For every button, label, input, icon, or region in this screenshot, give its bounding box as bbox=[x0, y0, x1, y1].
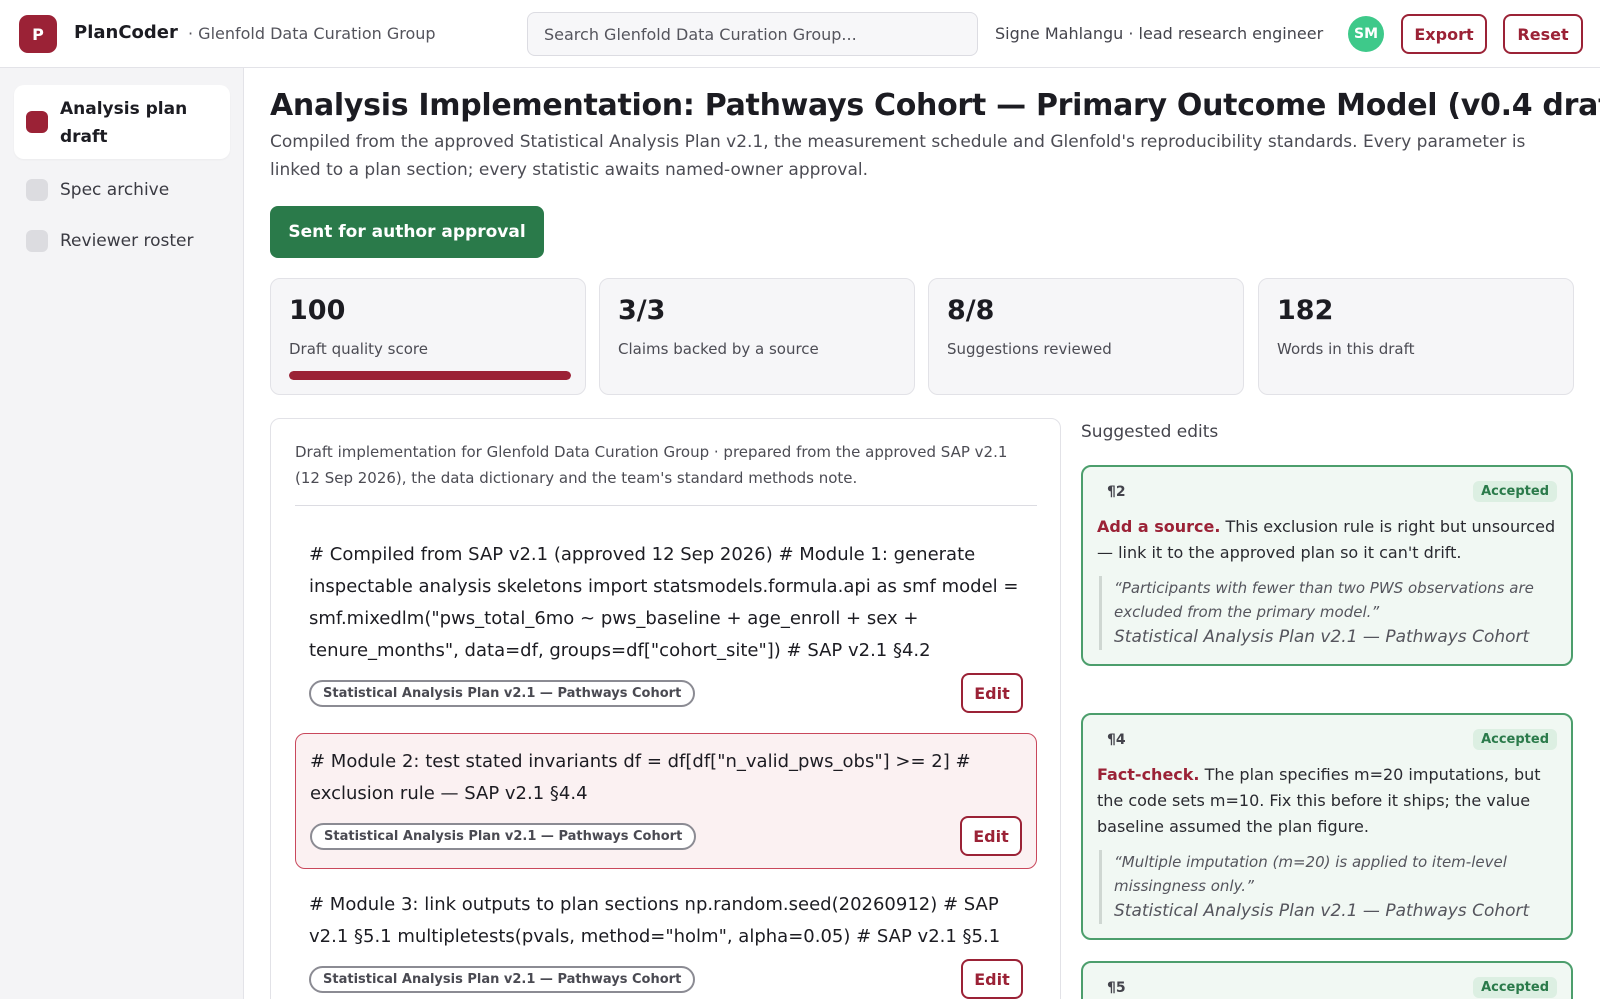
suggestion-kind: Fact-check. bbox=[1097, 765, 1200, 784]
suggestion-quote: “Participants with fewer than two PWS ob… bbox=[1099, 576, 1557, 650]
reset-button[interactable]: Reset bbox=[1503, 14, 1583, 54]
sidebar-item-marker bbox=[26, 179, 48, 201]
source-chip[interactable]: Statistical Analysis Plan v2.1 — Pathway… bbox=[309, 965, 696, 993]
quote-text: “Participants with fewer than two PWS ob… bbox=[1114, 579, 1534, 621]
code-module-1[interactable]: # Compiled from SAP v2.1 (approved 12 Se… bbox=[295, 527, 1037, 725]
sidebar-item-label: Analysis plan draft bbox=[60, 99, 188, 147]
page-subtitle: Compiled from the approved Statistical A… bbox=[270, 132, 1526, 180]
suggestion-quote: “Multiple imputation (m=20) is applied t… bbox=[1099, 850, 1557, 924]
approval-status-button[interactable]: Sent for author approval bbox=[270, 206, 544, 258]
status-badge: Accepted bbox=[1473, 977, 1557, 998]
app-name: PlanCoder bbox=[74, 22, 178, 43]
suggestion-kind: Add a source. bbox=[1097, 517, 1221, 536]
sidebar: Analysis plan draft Spec archive Reviewe… bbox=[0, 68, 244, 999]
draft-panel: Draft implementation for Glenfold Data C… bbox=[270, 418, 1061, 999]
suggestion-card[interactable]: ¶4 Accepted Fact-check. The plan specifi… bbox=[1081, 713, 1573, 940]
suggestion-paragraph-ref: ¶4 bbox=[1107, 731, 1126, 748]
module-code: # Module 2: test stated invariants df = … bbox=[310, 751, 971, 804]
status-badge: Accepted bbox=[1473, 729, 1557, 750]
stat-label: Draft quality score bbox=[289, 340, 428, 358]
edit-button[interactable]: Edit bbox=[961, 673, 1023, 713]
sidebar-item-analysis-plan-draft[interactable]: Analysis plan draft bbox=[14, 85, 230, 159]
quote-text: “Multiple imputation (m=20) is applied t… bbox=[1114, 853, 1507, 895]
top-bar: P PlanCoder · Glenfold Data Curation Gro… bbox=[0, 0, 1600, 68]
stat-value: 182 bbox=[1277, 295, 1334, 326]
suggestion-card[interactable]: ¶5 Accepted bbox=[1081, 961, 1573, 999]
stat-label: Suggestions reviewed bbox=[947, 340, 1112, 358]
export-button[interactable]: Export bbox=[1401, 14, 1487, 54]
suggestion-body: Fact-check. The plan specifies m=20 impu… bbox=[1097, 762, 1557, 840]
stat-value: 3/3 bbox=[618, 295, 666, 326]
sidebar-item-marker bbox=[26, 230, 48, 252]
sidebar-item-reviewer-roster[interactable]: Reviewer roster bbox=[14, 217, 230, 265]
sidebar-item-marker bbox=[26, 111, 48, 133]
edit-button[interactable]: Edit bbox=[961, 959, 1023, 999]
source-chip[interactable]: Statistical Analysis Plan v2.1 — Pathway… bbox=[310, 822, 697, 850]
code-module-2[interactable]: # Module 2: test stated invariants df = … bbox=[295, 733, 1037, 869]
org-name: · Glenfold Data Curation Group bbox=[188, 24, 436, 43]
source-chip[interactable]: Statistical Analysis Plan v2.1 — Pathway… bbox=[309, 679, 696, 707]
code-module-3[interactable]: # Module 3: link outputs to plan section… bbox=[295, 877, 1037, 999]
suggestions-heading: Suggested edits bbox=[1081, 422, 1219, 442]
stat-value: 100 bbox=[289, 295, 346, 326]
sidebar-item-label: Spec archive bbox=[60, 180, 170, 200]
stat-label: Claims backed by a source bbox=[618, 340, 819, 358]
suggestion-card[interactable]: ¶2 Accepted Add a source. This exclusion… bbox=[1081, 465, 1573, 666]
sidebar-item-spec-archive[interactable]: Spec archive bbox=[14, 166, 230, 214]
quality-progress-bar bbox=[289, 371, 571, 380]
stat-card-suggestions: 8/8 Suggestions reviewed bbox=[928, 278, 1244, 395]
stat-value: 8/8 bbox=[947, 295, 995, 326]
page-title: Analysis Implementation: Pathways Cohort… bbox=[270, 88, 1600, 123]
suggestion-body: Add a source. This exclusion rule is rig… bbox=[1097, 514, 1557, 566]
app-logo[interactable]: P bbox=[19, 15, 57, 53]
module-code: # Compiled from SAP v2.1 (approved 12 Se… bbox=[309, 544, 1019, 661]
stat-card-words: 182 Words in this draft bbox=[1258, 278, 1574, 395]
edit-button[interactable]: Edit bbox=[960, 816, 1022, 856]
stat-card-claims: 3/3 Claims backed by a source bbox=[599, 278, 915, 395]
stat-card-quality: 100 Draft quality score bbox=[270, 278, 586, 395]
quality-progress-fill bbox=[289, 371, 571, 380]
suggestion-paragraph-ref: ¶5 bbox=[1107, 979, 1126, 996]
quote-source: Statistical Analysis Plan v2.1 — Pathway… bbox=[1114, 901, 1530, 921]
stat-label: Words in this draft bbox=[1277, 340, 1415, 358]
status-badge: Accepted bbox=[1473, 481, 1557, 502]
module-code: # Module 3: link outputs to plan section… bbox=[309, 894, 1001, 947]
draft-intro: Draft implementation for Glenfold Data C… bbox=[295, 439, 1037, 506]
user-label: Signe Mahlangu · lead research engineer bbox=[995, 24, 1324, 43]
avatar[interactable]: SM bbox=[1348, 16, 1384, 52]
suggestion-paragraph-ref: ¶2 bbox=[1107, 483, 1126, 500]
sidebar-item-label: Reviewer roster bbox=[60, 231, 194, 251]
quote-source: Statistical Analysis Plan v2.1 — Pathway… bbox=[1114, 627, 1530, 647]
search-input[interactable] bbox=[527, 12, 978, 56]
